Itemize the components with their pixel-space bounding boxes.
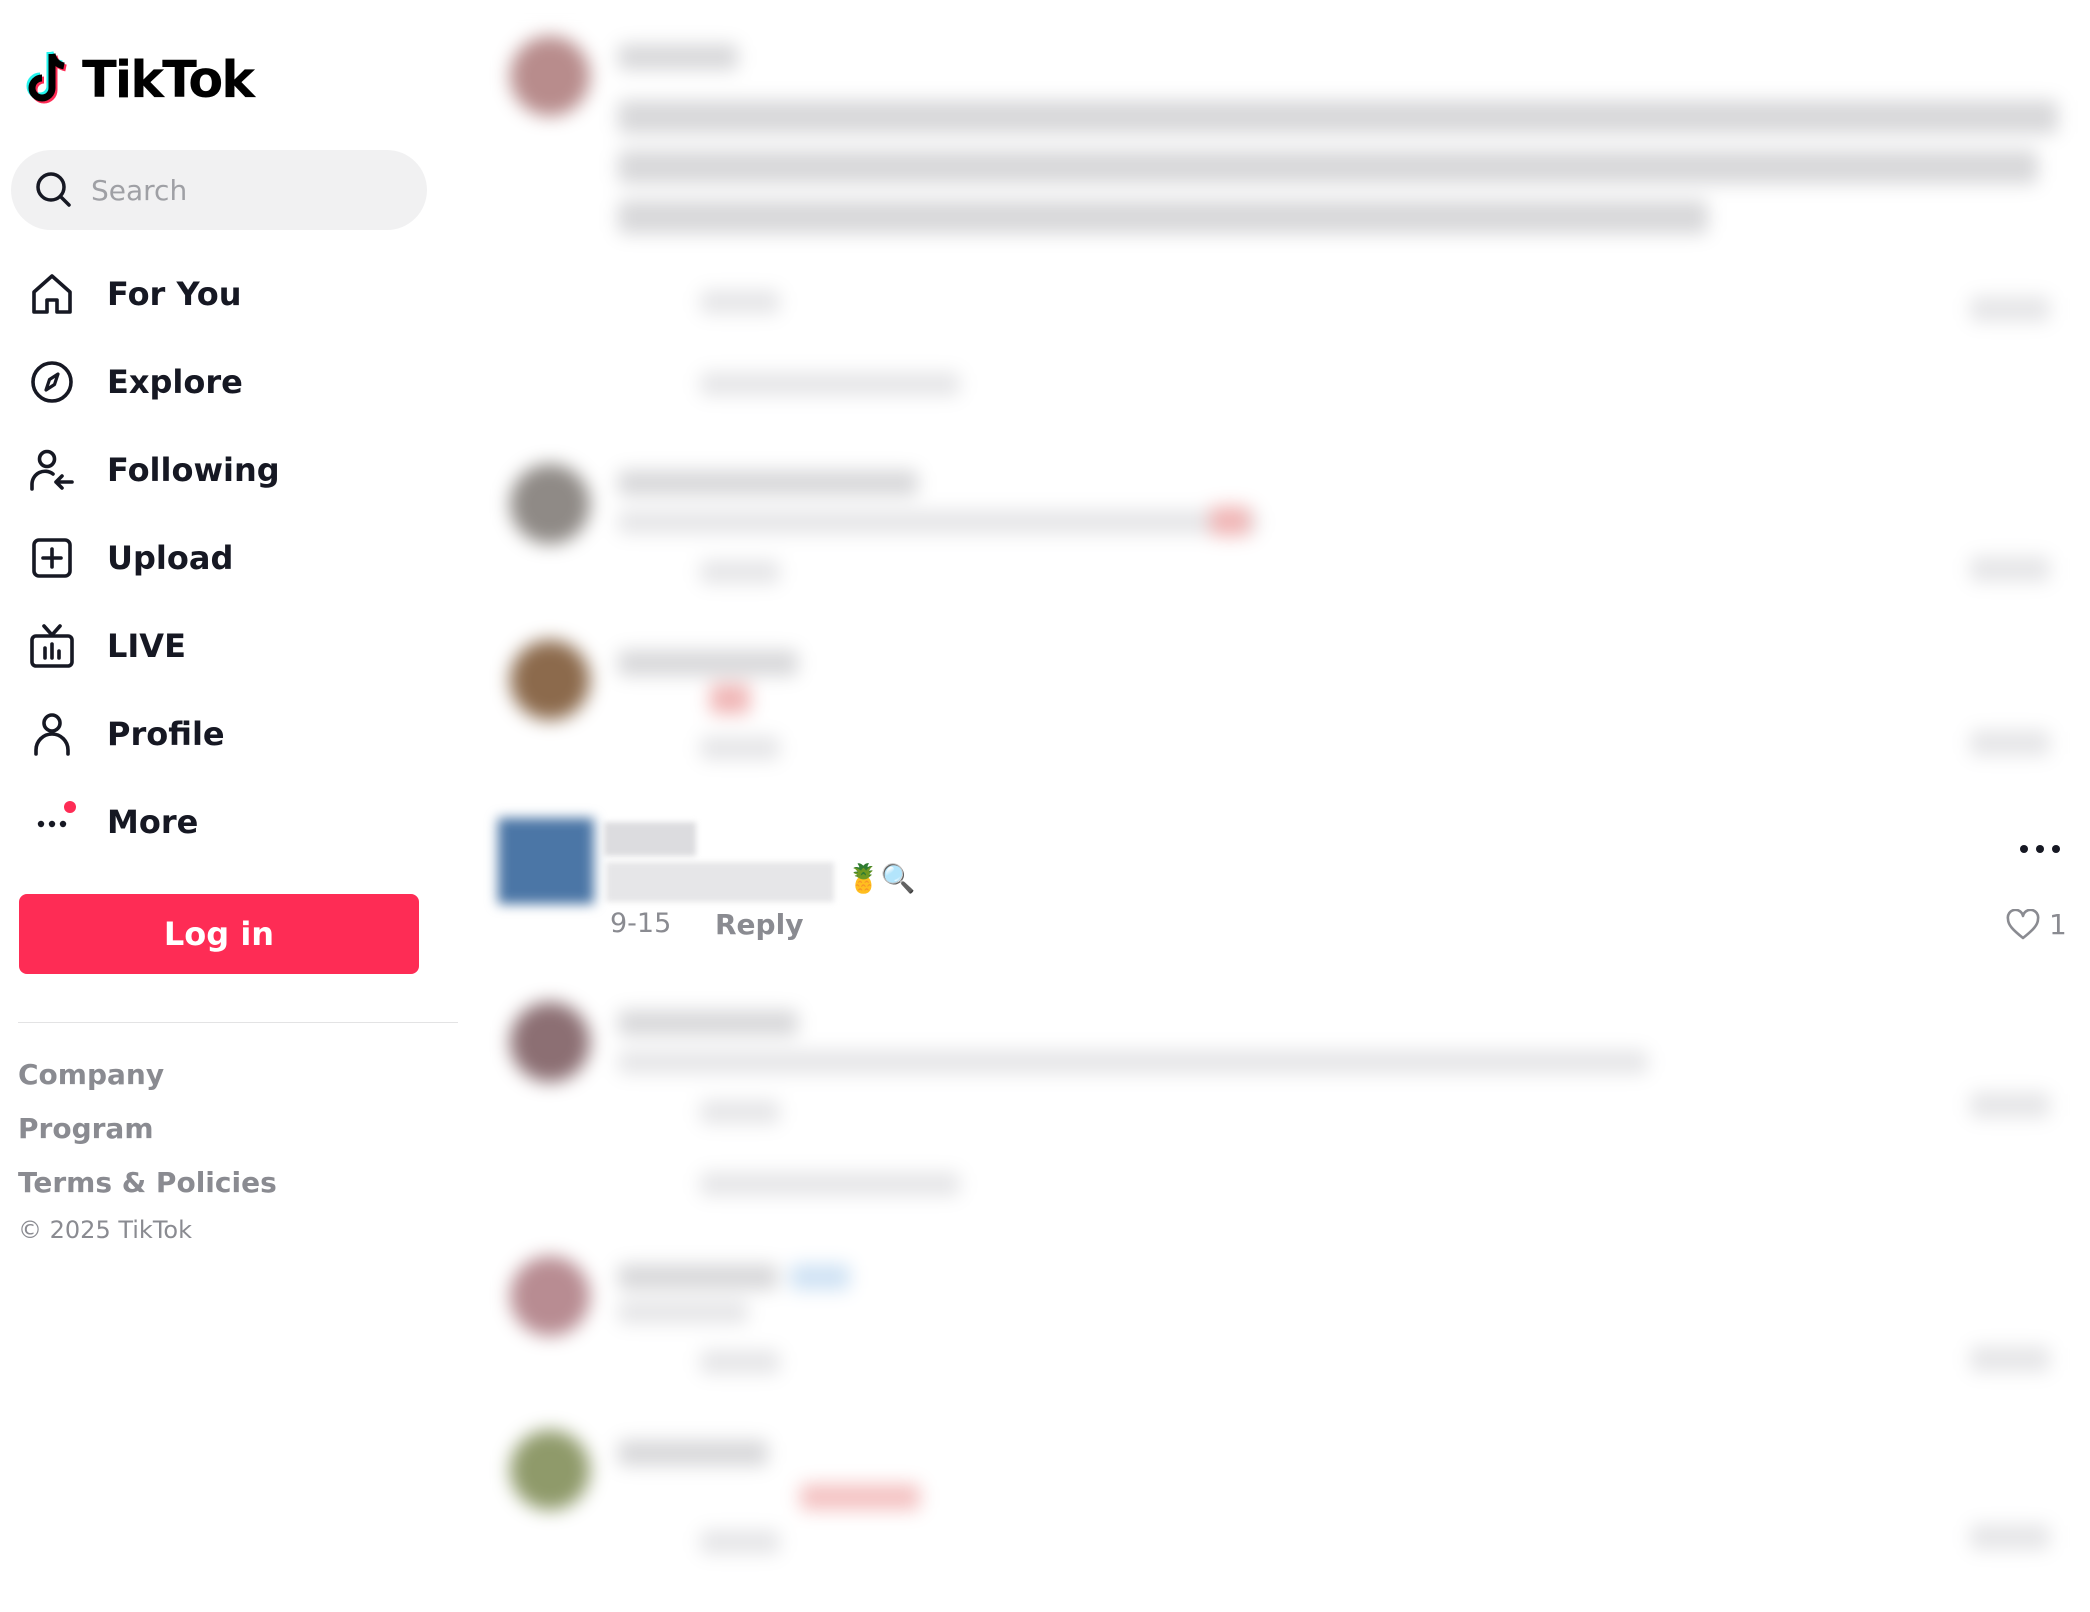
upload-icon: [26, 532, 78, 584]
blurred-avatar: [510, 1256, 590, 1336]
nav-item-profile[interactable]: Profile: [0, 690, 470, 778]
blurred-username: [618, 1264, 778, 1290]
blurred-like: [1970, 1346, 2050, 1372]
blurred-like: [1970, 1092, 2050, 1118]
tiktok-note-icon: [26, 51, 67, 104]
nav-item-explore[interactable]: Explore: [0, 338, 470, 426]
copyright: © 2025 TikTok: [18, 1216, 192, 1244]
blurred-meta: [700, 736, 780, 760]
compass-icon: [26, 356, 78, 408]
following-icon: [26, 444, 78, 496]
nav-label: Explore: [107, 363, 243, 401]
blurred-meta: [700, 290, 780, 314]
nav-label: More: [107, 803, 199, 841]
blurred-text: [618, 150, 2038, 184]
live-tv-icon: [26, 620, 78, 672]
nav-label: Profile: [107, 715, 225, 753]
blurred-text: [618, 100, 2058, 134]
blurred-avatar: [510, 640, 590, 720]
blurred-meta: [700, 1100, 780, 1124]
blurred-meta: [700, 1350, 780, 1374]
avatar[interactable]: [498, 818, 594, 904]
comment-text: [606, 862, 834, 902]
footer-link-terms[interactable]: Terms & Policies: [18, 1166, 277, 1199]
notification-dot: [64, 801, 76, 813]
login-button[interactable]: Log in: [19, 894, 419, 974]
blurred-like: [1970, 296, 2050, 322]
more-options-icon[interactable]: [2015, 834, 2065, 864]
like-button[interactable]: 1: [2005, 908, 2067, 941]
blurred-meta: [700, 560, 780, 584]
blurred-emoji: [790, 1264, 850, 1290]
search-icon: [36, 172, 71, 207]
nav-label: LIVE: [107, 627, 186, 665]
nav-label: Upload: [107, 539, 234, 577]
nav-label: For You: [107, 275, 242, 313]
nav-item-live[interactable]: LIVE: [0, 602, 470, 690]
nav-item-more[interactable]: More: [0, 778, 470, 866]
blurred-like: [1970, 1524, 2050, 1550]
tiktok-logo[interactable]: TikTok: [24, 40, 255, 120]
blurred-username: [618, 44, 738, 70]
blurred-avatar: [510, 1002, 590, 1082]
sidebar: TikTok For You Explore Following: [0, 0, 470, 1612]
blurred-avatar: [510, 1430, 590, 1510]
blurred-like: [1970, 730, 2050, 756]
blurred-like: [1970, 556, 2050, 582]
blurred-text: [618, 510, 1258, 534]
reply-button[interactable]: Reply: [715, 908, 803, 941]
comment-emoji: 🍍🔍: [846, 862, 916, 895]
comment-username[interactable]: [604, 822, 696, 856]
footer-link-program[interactable]: Program: [18, 1112, 154, 1145]
nav-item-for-you[interactable]: For You: [0, 250, 470, 338]
blurred-emoji: [800, 1484, 920, 1510]
like-count: 1: [2049, 908, 2067, 941]
home-icon: [26, 268, 78, 320]
comments-panel: 🍍🔍 9-15 Reply 1: [470, 0, 2090, 1612]
comment-item: 🍍🔍 9-15 Reply 1: [470, 808, 2090, 964]
nav-label: Following: [107, 451, 280, 489]
blurred-username: [618, 1010, 798, 1036]
footer-link-company[interactable]: Company: [18, 1058, 164, 1091]
nav-item-following[interactable]: Following: [0, 426, 470, 514]
blurred-view-replies: [700, 1172, 960, 1196]
search-bar[interactable]: [11, 150, 427, 230]
blurred-text: [618, 1300, 748, 1324]
main-nav: For You Explore Following Upload LIVE Pr…: [0, 250, 470, 866]
blurred-avatar: [510, 36, 590, 116]
blurred-username: [618, 1440, 768, 1466]
blurred-username: [618, 650, 798, 676]
comment-date: 9-15: [610, 908, 672, 939]
blurred-emoji: [710, 684, 750, 714]
blurred-meta: [700, 1530, 780, 1554]
blurred-emoji: [1210, 506, 1250, 536]
blurred-username: [618, 470, 918, 496]
sidebar-divider: [18, 1022, 458, 1023]
blurred-comments: [470, 0, 2090, 1612]
blurred-text: [618, 200, 1708, 234]
blurred-view-replies: [700, 372, 960, 396]
profile-icon: [26, 708, 78, 760]
logo-wordmark: TikTok: [82, 50, 255, 110]
heart-icon: [2006, 908, 2040, 939]
nav-item-upload[interactable]: Upload: [0, 514, 470, 602]
blurred-text: [618, 1050, 1648, 1074]
blurred-avatar: [510, 464, 590, 544]
search-input[interactable]: [89, 172, 393, 208]
